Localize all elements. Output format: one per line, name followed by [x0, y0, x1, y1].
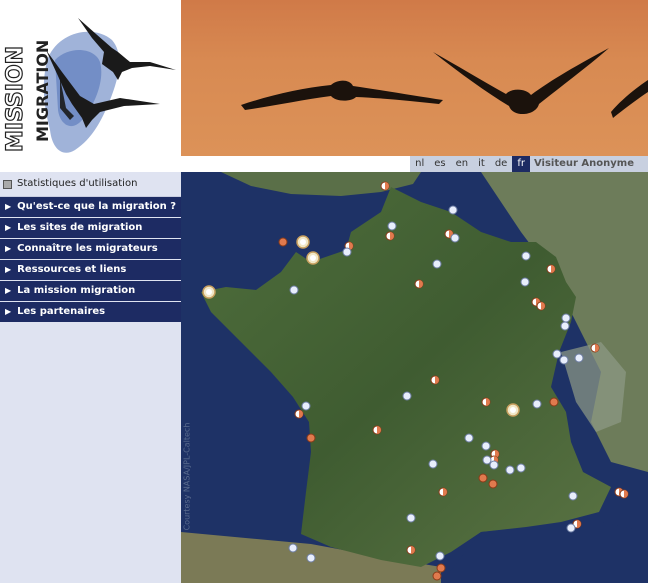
nav-label: Les partenaires: [17, 306, 106, 317]
site-marker[interactable]: [435, 551, 445, 561]
site-marker[interactable]: [296, 235, 310, 249]
site-marker[interactable]: [301, 401, 311, 411]
site-marker[interactable]: [448, 205, 458, 215]
site-marker[interactable]: [432, 259, 442, 269]
site-marker[interactable]: [489, 460, 499, 470]
site-marker[interactable]: [406, 513, 416, 523]
expand-box-icon: [3, 179, 12, 189]
site-marker[interactable]: [536, 301, 546, 311]
site-marker[interactable]: [549, 397, 559, 407]
site-marker[interactable]: [306, 553, 316, 563]
lang-de[interactable]: de: [490, 156, 513, 172]
site-marker[interactable]: [552, 349, 562, 359]
site-marker[interactable]: [372, 425, 382, 435]
site-marker[interactable]: [278, 237, 288, 247]
nav-item-partners[interactable]: ▶ Les partenaires: [0, 302, 181, 323]
lang-en[interactable]: en: [451, 156, 474, 172]
nav-item-mission[interactable]: ▶ La mission migration: [0, 281, 181, 302]
site-marker[interactable]: [532, 399, 542, 409]
site-marker[interactable]: [520, 277, 530, 287]
nav-label: Qu'est-ce que la migration ?: [17, 201, 177, 212]
site-marker[interactable]: [559, 355, 569, 365]
site-marker[interactable]: [546, 264, 556, 274]
site-marker[interactable]: [380, 181, 390, 191]
site-marker[interactable]: [506, 403, 520, 417]
site-marker[interactable]: [306, 433, 316, 443]
site-marker[interactable]: [590, 343, 600, 353]
site-marker[interactable]: [436, 563, 446, 573]
triangle-right-icon: ▶: [5, 307, 12, 316]
site-marker[interactable]: [516, 463, 526, 473]
lang-fr[interactable]: fr: [512, 156, 530, 172]
nav-item-migration-sites[interactable]: ▶ Les sites de migration: [0, 218, 181, 239]
triangle-right-icon: ▶: [5, 244, 12, 253]
nav-label: Les sites de migration: [17, 222, 143, 233]
lang-es[interactable]: es: [429, 156, 450, 172]
sidebar: Statistiques d'utilisation ▶ Qu'est-ce q…: [0, 172, 181, 583]
site-marker[interactable]: [481, 441, 491, 451]
stats-label: Statistiques d'utilisation: [17, 178, 138, 189]
site-marker[interactable]: [202, 285, 216, 299]
site-marker[interactable]: [566, 523, 576, 533]
site-marker[interactable]: [385, 231, 395, 241]
sites-map[interactable]: Courtesy NASA/JPL-Caltech: [181, 172, 648, 583]
site-marker[interactable]: [414, 279, 424, 289]
site-marker[interactable]: [574, 353, 584, 363]
site-marker[interactable]: [288, 543, 298, 553]
visitor-label: Visiteur Anonyme: [533, 158, 634, 169]
flying-cranes-illustration: [241, 48, 648, 118]
triangle-right-icon: ▶: [5, 265, 12, 274]
site-marker[interactable]: [561, 313, 571, 323]
site-marker[interactable]: [342, 247, 352, 257]
site-marker[interactable]: [387, 221, 397, 231]
site-marker[interactable]: [294, 409, 304, 419]
site-marker[interactable]: [406, 545, 416, 555]
site-marker[interactable]: [450, 233, 460, 243]
nav-label: La mission migration: [17, 285, 136, 296]
lang-it[interactable]: it: [473, 156, 490, 172]
language-bar: nl es en it de fr Visiteur Anonyme: [181, 156, 648, 172]
site-logo[interactable]: MISSION MIGRATION: [0, 0, 181, 172]
triangle-right-icon: ▶: [5, 202, 12, 211]
nav-label: Connaître les migrateurs: [17, 243, 158, 254]
main-nav: Statistiques d'utilisation ▶ Qu'est-ce q…: [0, 172, 181, 323]
lang-nl[interactable]: nl: [410, 156, 429, 172]
nav-item-resources[interactable]: ▶ Ressources et liens: [0, 260, 181, 281]
logo-word-migration: MIGRATION: [33, 40, 52, 142]
site-marker[interactable]: [560, 321, 570, 331]
triangle-right-icon: ▶: [5, 286, 12, 295]
site-marker[interactable]: [619, 489, 629, 499]
site-marker[interactable]: [521, 251, 531, 261]
site-marker[interactable]: [430, 375, 440, 385]
map-markers: [202, 181, 629, 581]
site-marker[interactable]: [568, 491, 578, 501]
nav-item-know-migrants[interactable]: ▶ Connaître les migrateurs: [0, 239, 181, 260]
site-marker[interactable]: [482, 455, 492, 465]
site-marker[interactable]: [478, 473, 488, 483]
site-marker[interactable]: [428, 459, 438, 469]
site-marker[interactable]: [488, 479, 498, 489]
nav-label: Ressources et liens: [17, 264, 127, 275]
triangle-right-icon: ▶: [5, 223, 12, 232]
site-marker[interactable]: [505, 465, 515, 475]
site-marker[interactable]: [481, 397, 491, 407]
crane-logo-icon: MISSION MIGRATION: [2, 18, 176, 153]
map-credit: Courtesy NASA/JPL-Caltech: [182, 422, 192, 531]
stats-link[interactable]: Statistiques d'utilisation: [0, 172, 181, 197]
site-marker[interactable]: [402, 391, 412, 401]
site-marker[interactable]: [438, 487, 448, 497]
site-marker[interactable]: [289, 285, 299, 295]
site-marker[interactable]: [306, 251, 320, 265]
logo-word-mission: MISSION: [3, 46, 28, 152]
nav-item-what-is-migration[interactable]: ▶ Qu'est-ce que la migration ?: [0, 197, 181, 218]
header-banner: [181, 0, 648, 156]
site-marker[interactable]: [432, 571, 442, 581]
site-marker[interactable]: [464, 433, 474, 443]
